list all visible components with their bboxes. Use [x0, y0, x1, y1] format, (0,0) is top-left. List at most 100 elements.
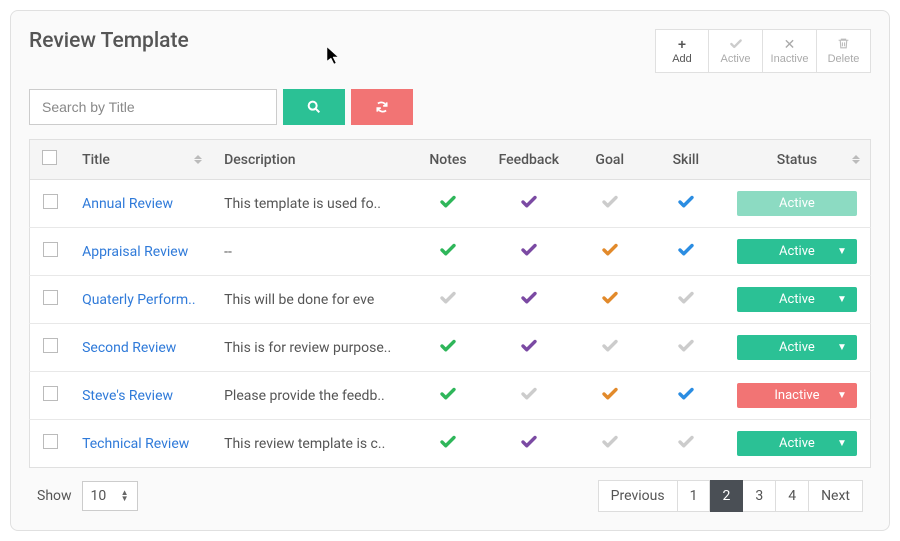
row-checkbox[interactable]	[43, 386, 58, 401]
plus-icon: +	[678, 37, 686, 51]
header-skill: Skill	[648, 140, 724, 180]
delete-label: Delete	[828, 53, 860, 65]
page-size-value: 10	[91, 488, 107, 504]
check-icon	[677, 433, 695, 451]
status-badge[interactable]: Inactive▼	[737, 383, 857, 408]
status-badge[interactable]: Active	[737, 191, 857, 216]
review-table: Title Description Notes Feedback Goal Sk…	[29, 139, 871, 468]
row-description: This is for review purpose..	[212, 324, 410, 372]
check-icon	[601, 433, 619, 451]
check-icon	[520, 289, 538, 307]
inactive-label: Inactive	[771, 53, 809, 65]
check-icon	[601, 241, 619, 259]
check-icon	[677, 241, 695, 259]
row-checkbox[interactable]	[43, 434, 58, 449]
active-button[interactable]: Active	[709, 29, 763, 73]
header-notes: Notes	[410, 140, 486, 180]
add-button[interactable]: + Add	[655, 29, 709, 73]
sort-icon	[194, 154, 202, 166]
row-description: This will be done for eve	[212, 276, 410, 324]
pagination-page[interactable]: 4	[776, 480, 809, 512]
page-title: Review Template	[29, 29, 189, 53]
header-goal: Goal	[572, 140, 648, 180]
caret-down-icon: ▼	[837, 438, 847, 449]
row-title-link[interactable]: Technical Review	[82, 436, 189, 452]
header-checkbox-col	[30, 140, 71, 180]
row-checkbox[interactable]	[43, 242, 58, 257]
caret-down-icon: ▼	[837, 246, 847, 257]
status-badge[interactable]: Active▼	[737, 431, 857, 456]
header-title[interactable]: Title	[70, 140, 212, 180]
stepper-icon: ▲▼	[121, 490, 129, 502]
row-title-link[interactable]: Annual Review	[82, 196, 173, 212]
row-title-link[interactable]: Quaterly Perform..	[82, 292, 195, 308]
check-icon	[520, 433, 538, 451]
header-status-label: Status	[777, 152, 817, 168]
row-title-link[interactable]: Second Review	[82, 340, 176, 356]
header-status[interactable]: Status	[724, 140, 871, 180]
check-icon	[439, 193, 457, 211]
row-title-link[interactable]: Steve's Review	[82, 388, 173, 404]
trash-icon	[837, 37, 850, 51]
check-icon	[520, 385, 538, 403]
pagination: Previous1234Next	[598, 480, 863, 512]
delete-button[interactable]: Delete	[817, 29, 871, 73]
pagination-page[interactable]: 2	[710, 480, 743, 512]
header-description: Description	[212, 140, 410, 180]
check-icon	[677, 289, 695, 307]
check-icon	[520, 193, 538, 211]
table-row: Appraisal Review -- Active▼	[30, 228, 871, 276]
action-toolbar: + Add Active ✕ Inactive Delete	[655, 29, 871, 73]
refresh-icon	[375, 100, 389, 114]
status-badge[interactable]: Active▼	[737, 239, 857, 264]
search-input[interactable]	[29, 89, 277, 125]
active-label: Active	[721, 53, 751, 65]
row-description: This template is used fo..	[212, 180, 410, 228]
sort-icon	[852, 154, 860, 166]
search-icon	[306, 99, 322, 115]
row-checkbox[interactable]	[43, 290, 58, 305]
check-icon	[439, 289, 457, 307]
check-icon	[439, 433, 457, 451]
header-title-label: Title	[82, 152, 110, 168]
reset-button[interactable]	[351, 89, 413, 125]
check-icon	[439, 385, 457, 403]
pagination-page[interactable]: 3	[743, 480, 776, 512]
add-label: Add	[672, 53, 692, 65]
x-icon: ✕	[784, 37, 796, 51]
check-icon	[439, 337, 457, 355]
pagination-next[interactable]: Next	[809, 480, 863, 512]
page-size-select[interactable]: 10 ▲▼	[82, 481, 138, 511]
row-description: Please provide the feedb..	[212, 372, 410, 420]
caret-down-icon: ▼	[837, 294, 847, 305]
row-checkbox[interactable]	[43, 338, 58, 353]
check-icon	[677, 385, 695, 403]
check-icon	[601, 385, 619, 403]
row-description: This review template is c..	[212, 420, 410, 468]
caret-down-icon: ▼	[837, 342, 847, 353]
check-icon	[601, 289, 619, 307]
pagination-page[interactable]: 1	[678, 480, 711, 512]
caret-down-icon: ▼	[837, 390, 847, 401]
check-icon	[677, 337, 695, 355]
header-feedback: Feedback	[486, 140, 572, 180]
select-all-checkbox[interactable]	[42, 150, 57, 165]
pagination-previous[interactable]: Previous	[598, 480, 678, 512]
check-icon	[601, 337, 619, 355]
check-icon	[520, 337, 538, 355]
check-icon	[601, 193, 619, 211]
table-row: Technical Review This review template is …	[30, 420, 871, 468]
row-title-link[interactable]: Appraisal Review	[82, 244, 188, 260]
table-row: Annual Review This template is used fo.. A…	[30, 180, 871, 228]
row-checkbox[interactable]	[43, 194, 58, 209]
check-icon	[729, 37, 743, 51]
status-badge[interactable]: Active▼	[737, 335, 857, 360]
row-description: --	[212, 228, 410, 276]
check-icon	[439, 241, 457, 259]
status-badge[interactable]: Active▼	[737, 287, 857, 312]
check-icon	[677, 193, 695, 211]
inactive-button[interactable]: ✕ Inactive	[763, 29, 817, 73]
search-button[interactable]	[283, 89, 345, 125]
table-row: Second Review This is for review purpose.…	[30, 324, 871, 372]
check-icon	[520, 241, 538, 259]
